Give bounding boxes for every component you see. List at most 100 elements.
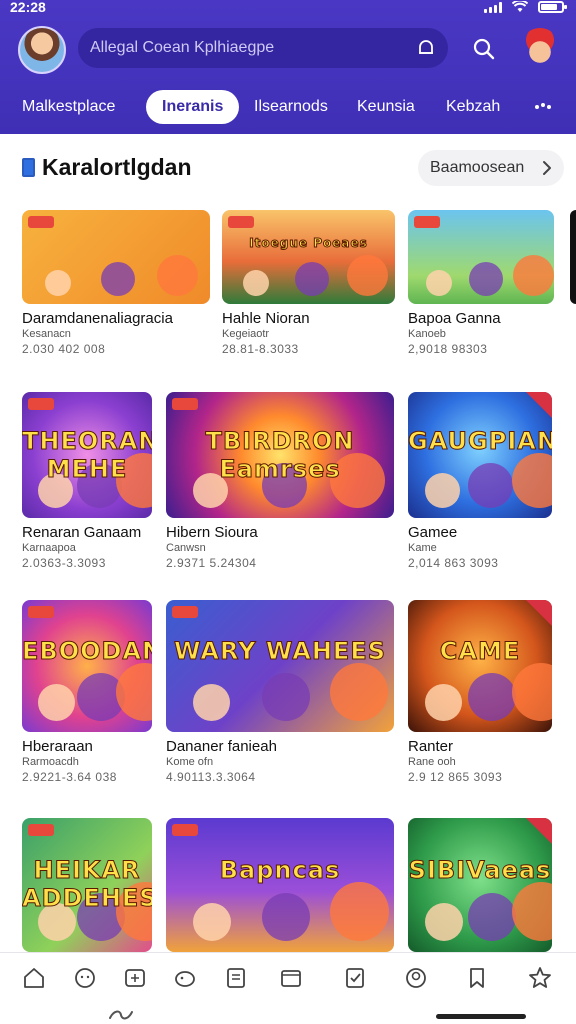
new-badge [172,398,198,410]
game-stats: 2.9371 5.24304 [166,556,257,570]
game-stats: 2,9018 98303 [408,342,488,356]
character-illustration [116,663,152,721]
game-title: Renaran Ganaam [22,524,142,541]
tab-kebzah[interactable]: Kebzah [446,90,500,124]
next-column-peek[interactable] [570,210,576,304]
game-stats: 2,014 863 3093 [408,556,499,570]
character-illustration [330,663,388,721]
nav-tasks-icon[interactable] [342,965,368,991]
tab-marketplace[interactable]: Malkestplace [22,90,115,124]
game-card[interactable]: Bapncas [166,818,394,952]
game-thumbnail[interactable]: HEIKAR ADDEHES [22,818,152,952]
search-input[interactable] [90,39,410,57]
nav-games-icon[interactable] [172,965,198,991]
game-card[interactable]: Itoegue Poeaes Hahle Nioran Kegeiaotr 28.81… [222,210,395,356]
game-card[interactable]: HEIKAR ADDEHES [22,818,152,952]
character-illustration [512,882,552,941]
character-illustration [468,463,513,508]
new-badge [172,824,198,836]
game-thumbnail[interactable]: THEORAN MEHE [22,392,152,518]
nav-library-icon[interactable] [122,965,148,991]
game-thumbnail[interactable]: GAUGPIAN [408,392,552,518]
user-avatar[interactable] [18,26,66,74]
game-developer: Kame [408,542,437,554]
nav-chat-icon[interactable] [72,965,98,991]
browse-button[interactable]: Baamoosean [418,150,564,186]
game-logo-text: EBOODAN [22,637,152,666]
game-developer: Canwsn [166,542,206,554]
game-card[interactable]: EBOODAN Hberaraan Rarmoacdh 2.9221-3.64 038 [22,600,152,784]
new-badge [28,216,54,228]
mascot-avatar[interactable] [520,28,560,68]
search-bar[interactable] [78,28,448,68]
character-illustration [425,473,460,508]
new-badge [172,606,198,618]
character-illustration [262,673,310,721]
nav-bookmark-icon[interactable] [464,965,490,991]
game-thumbnail[interactable]: Itoegue Poeaes [222,210,395,304]
character-illustration [425,684,462,721]
character-illustration [330,882,389,941]
search-icon[interactable] [472,37,496,61]
game-grid: Daramdanenaliagracia Kesanacn 2.030 402 00… [0,200,576,952]
character-illustration [157,255,198,296]
game-logo-text: GAUGPIAN [408,427,552,456]
game-title: Daramdanenaliagracia [22,310,173,327]
game-developer: Kome ofn [166,756,214,768]
game-card[interactable]: WARY WAHEES Dananer fanieah Kome ofn 4.9011… [166,600,394,784]
game-thumbnail[interactable]: SIBIVaeas [408,818,552,952]
game-developer: Rane ooh [408,756,456,768]
game-title: Ranter [408,738,454,755]
bell-icon[interactable] [416,38,436,58]
game-thumbnail[interactable]: CAME [408,600,552,732]
game-card[interactable]: Daramdanenaliagracia Kesanacn 2.030 402 00… [22,210,210,356]
character-illustration [426,270,452,296]
game-thumbnail[interactable]: TBIRDRON Eamrses [166,392,394,518]
nav-star-icon[interactable] [527,965,553,991]
tab-ilsearnods[interactable]: Ilsearnods [254,90,328,124]
signal-icon [484,1,502,13]
game-stats: 2.030 402 008 [22,342,106,356]
nav-profile-icon[interactable] [403,965,429,991]
section-header: Karalortlgdan Baamoosean [0,134,576,200]
game-title: Bapoa Ganna [408,310,501,327]
game-thumbnail[interactable]: EBOODAN [22,600,152,732]
new-badge [28,398,54,410]
character-illustration [45,270,71,296]
home-indicator[interactable] [436,1014,526,1019]
game-stats: 2.9221-3.64 038 [22,770,117,784]
game-card[interactable]: GAUGPIAN Gamee Kame 2,014 863 3093 [408,392,552,570]
game-thumbnail[interactable]: WARY WAHEES [166,600,394,732]
new-badge [526,600,552,626]
character-illustration [243,270,269,296]
new-badge [526,392,552,418]
tab-ineranis[interactable]: Ineranis [146,90,240,124]
game-card[interactable]: SIBIVaeas [408,818,552,952]
phone-icon [22,158,35,177]
new-badge [228,216,254,228]
game-title: Hahle Nioran [222,310,310,327]
game-thumbnail[interactable] [408,210,554,304]
nav-document-icon[interactable] [223,965,249,991]
game-stats: 2.9 12 865 3093 [408,770,503,784]
battery-icon [538,1,567,13]
more-tabs-icon[interactable] [534,100,552,114]
character-illustration [469,262,503,296]
app-header: 22:28 Malkestplace Ineranis Ilsearnods [0,0,576,134]
game-card[interactable]: Bapoa Ganna Kanoeb 2,9018 98303 [408,210,554,356]
wifi-icon [512,1,528,12]
tab-keunsia[interactable]: Keunsia [357,90,415,124]
character-illustration [347,255,388,296]
game-thumbnail[interactable] [22,210,210,304]
character-illustration [468,673,516,721]
nav-wallet-icon[interactable] [278,965,304,991]
game-thumbnail[interactable]: Bapncas [166,818,394,952]
game-card[interactable]: THEORAN MEHE Renaran Ganaam Karnaapoa 2.036… [22,392,152,570]
game-logo-text: SIBIVaeas [408,856,552,885]
game-developer: Rarmoacdh [22,756,79,768]
nav-home-icon[interactable] [21,965,47,991]
game-card[interactable]: CAME Ranter Rane ooh 2.9 12 865 3093 [408,600,552,784]
section-title: Karalortlgdan [42,154,192,180]
game-developer: Karnaapoa [22,542,76,554]
game-card[interactable]: TBIRDRON Eamrses Hibern Sioura Canwsn 2.937… [166,392,394,570]
